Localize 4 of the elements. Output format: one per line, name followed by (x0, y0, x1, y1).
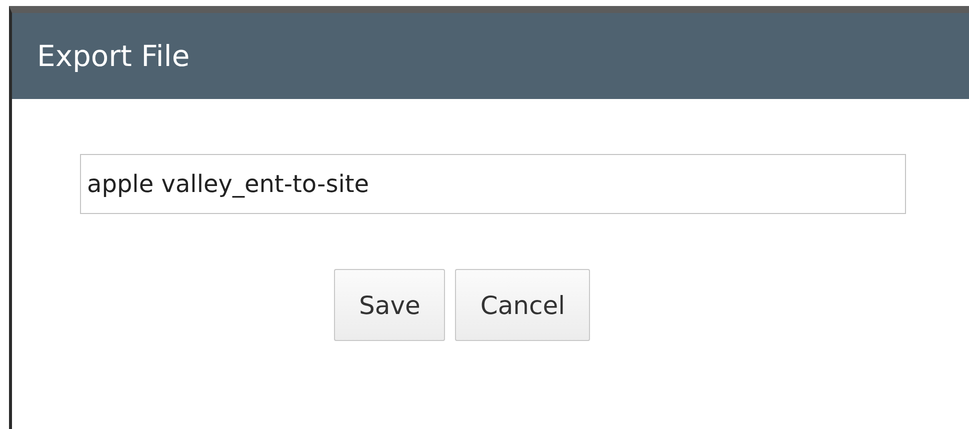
dialog-title: Export File (37, 39, 190, 73)
save-button[interactable]: Save (334, 269, 446, 341)
cancel-button[interactable]: Cancel (455, 269, 590, 341)
filename-field[interactable]: apple valley_ent-to-site (80, 154, 906, 214)
